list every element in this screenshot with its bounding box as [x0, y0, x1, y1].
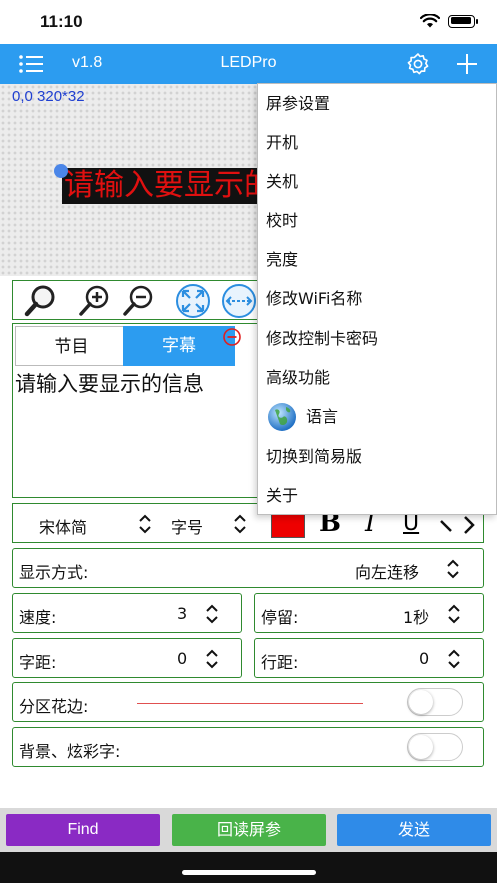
battery-icon	[448, 14, 478, 28]
zone-border-row: 分区花边:	[12, 682, 484, 722]
settings-dropdown-menu: 屏参设置 开机 关机 校时 亮度 修改WiFi名称 修改控制卡密码 高级功能 语…	[257, 83, 497, 515]
menu-item-label: 切换到简易版	[266, 447, 363, 466]
menu-item-card-password[interactable]: 修改控制卡密码	[258, 319, 496, 358]
speed-row[interactable]: 速度: 3	[12, 593, 242, 633]
home-indicator-area	[0, 852, 497, 883]
status-bar: 11:10	[0, 0, 497, 44]
menu-item-brightness[interactable]: 亮度	[258, 240, 496, 279]
resize-handle[interactable]	[54, 164, 68, 178]
line-spacing-stepper-icon[interactable]	[446, 648, 462, 670]
char-spacing-row[interactable]: 字距: 0	[12, 638, 242, 678]
coordinates-readout: 0,0 320*32	[12, 88, 85, 105]
more-format-icon[interactable]	[439, 513, 481, 537]
menu-item-sync-time[interactable]: 校时	[258, 201, 496, 240]
line-spacing-label: 行距:	[261, 653, 299, 672]
status-icons	[420, 14, 478, 28]
font-size-stepper-icon[interactable]	[232, 513, 248, 535]
send-button[interactable]: 发送	[337, 814, 491, 846]
menu-item-label: 关机	[266, 172, 299, 191]
char-spacing-stepper-icon[interactable]	[204, 648, 220, 670]
menu-item-label: 修改控制卡密码	[266, 329, 379, 348]
menu-item-label: 开机	[266, 133, 299, 152]
tab-program[interactable]: 节目	[15, 326, 127, 366]
line-spacing-row[interactable]: 行距: 0	[254, 638, 484, 678]
home-indicator[interactable]	[182, 870, 316, 875]
status-time: 11:10	[40, 12, 83, 31]
nav-bar: v1.8 LEDPro	[0, 44, 497, 84]
line-spacing-value: 0	[419, 649, 430, 668]
delete-icon[interactable]	[222, 327, 242, 347]
menu-item-language[interactable]: 语言	[258, 397, 496, 436]
text-color-swatch[interactable]	[271, 512, 305, 538]
led-text-area[interactable]: 请输入要显示的信息	[62, 168, 262, 204]
menu-item-label: 语言	[306, 407, 339, 426]
menu-item-advanced[interactable]: 高级功能	[258, 358, 496, 397]
stretch-horizontal-icon[interactable]	[221, 283, 257, 319]
menu-item-label: 亮度	[266, 250, 299, 269]
speed-stepper-icon[interactable]	[204, 603, 220, 625]
char-spacing-label: 字距:	[19, 653, 57, 672]
stay-stepper-icon[interactable]	[446, 603, 462, 625]
char-spacing-value: 0	[177, 649, 188, 668]
wifi-icon	[420, 14, 440, 28]
zone-border-toggle[interactable]	[407, 688, 463, 716]
menu-item-label: 关于	[266, 486, 299, 505]
speed-value: 3	[177, 604, 188, 623]
speed-label: 速度:	[19, 608, 57, 627]
display-mode-stepper-icon[interactable]	[445, 558, 461, 580]
menu-item-wifi-name[interactable]: 修改WiFi名称	[258, 279, 496, 318]
menu-item-label: 修改WiFi名称	[266, 289, 363, 308]
font-family-value[interactable]: 宋体简	[39, 514, 87, 538]
stay-value: 1秒	[403, 608, 430, 627]
find-button[interactable]: Find	[6, 814, 160, 846]
fit-screen-icon[interactable]	[175, 283, 211, 319]
background-row: 背景、炫彩字:	[12, 727, 484, 767]
background-label: 背景、炫彩字:	[19, 742, 121, 761]
globe-icon	[268, 402, 296, 431]
menu-item-label: 屏参设置	[266, 94, 331, 113]
menu-item-label: 高级功能	[266, 368, 331, 387]
search-icon[interactable]	[23, 283, 59, 319]
zone-border-label: 分区花边:	[19, 697, 89, 716]
menu-item-power-on[interactable]: 开机	[258, 123, 496, 162]
zoom-out-icon[interactable]	[121, 283, 157, 319]
font-family-stepper-icon[interactable]	[137, 513, 153, 535]
display-mode-value: 向左连移	[355, 563, 420, 582]
zoom-in-icon[interactable]	[77, 283, 113, 319]
menu-item-power-off[interactable]: 关机	[258, 162, 496, 201]
plus-icon[interactable]	[455, 52, 479, 76]
bottom-action-bar: Find 回读屏参 发送	[0, 808, 497, 852]
tab-subtitle[interactable]: 字幕	[123, 326, 235, 366]
background-toggle[interactable]	[407, 733, 463, 761]
stay-row[interactable]: 停留: 1秒	[254, 593, 484, 633]
menu-item-screen-params[interactable]: 屏参设置	[258, 84, 496, 123]
display-mode-label: 显示方式:	[19, 563, 89, 582]
display-mode-row[interactable]: 显示方式: 向左连移	[12, 548, 484, 588]
menu-item-about[interactable]: 关于	[258, 476, 496, 515]
readback-button[interactable]: 回读屏参	[172, 814, 326, 846]
menu-item-label: 校时	[266, 211, 299, 230]
border-preview-line	[137, 703, 363, 704]
font-size-label: 字号	[171, 518, 204, 537]
stay-label: 停留:	[261, 608, 299, 627]
gear-icon[interactable]	[406, 52, 430, 76]
menu-item-simple-mode[interactable]: 切换到简易版	[258, 437, 496, 476]
